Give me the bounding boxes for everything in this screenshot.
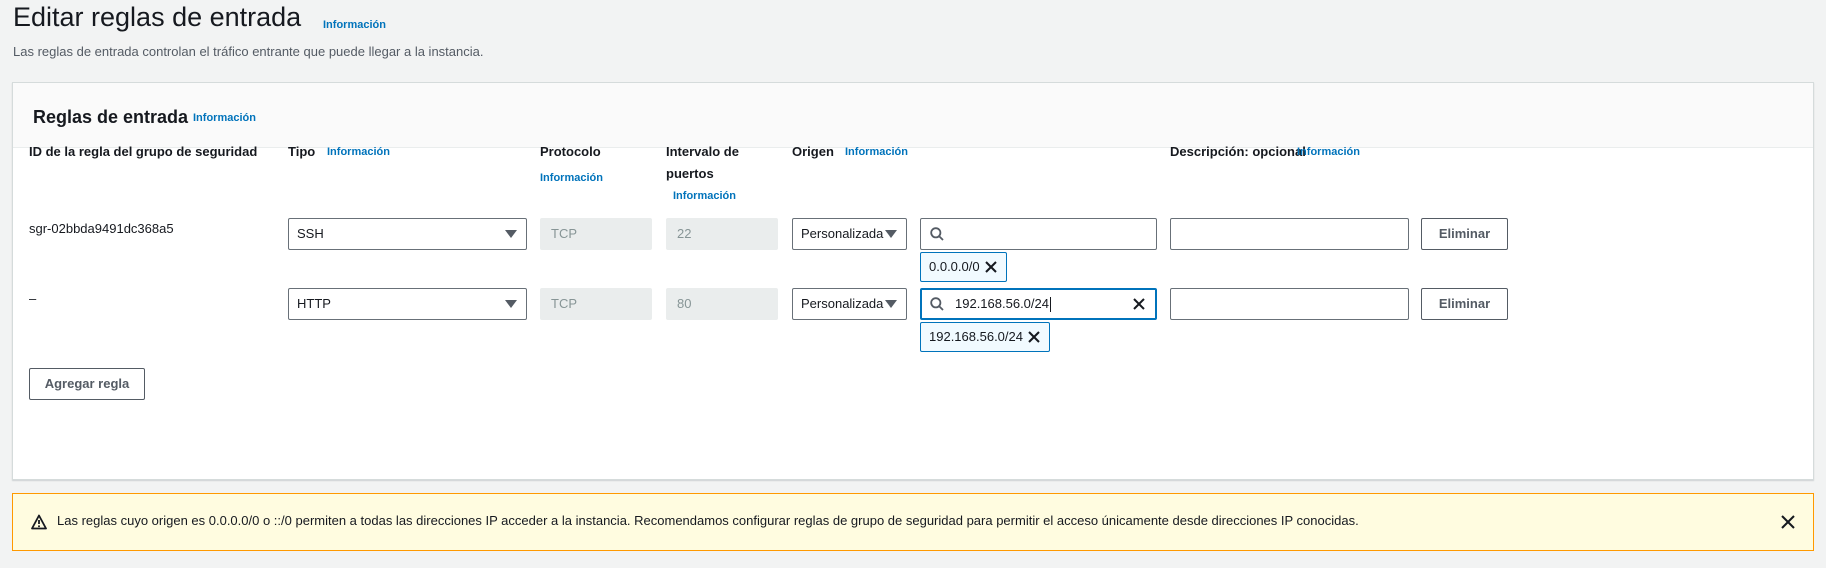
caret-down-icon [505,230,517,238]
port-range-field: 22 [666,218,778,250]
column-header-type: Tipo [288,144,316,159]
source-type-value: Personalizada [801,296,884,311]
caret-down-icon [885,300,897,308]
caret-down-icon [505,300,517,308]
column-header-port-range: Intervalo de [666,144,739,159]
source-search-input[interactable] [920,218,1157,250]
type-select-value: SSH [297,226,324,241]
source-token: 192.168.56.0/24 [920,322,1050,352]
remove-token-icon[interactable] [984,260,998,274]
source-token-label: 192.168.56.0/24 [929,329,1023,344]
delete-rule-button[interactable]: Eliminar [1421,288,1508,320]
type-select[interactable]: SSH [288,218,527,250]
panel-info-link[interactable]: Información [193,112,256,124]
port-range-info-link[interactable]: Información [673,190,736,202]
column-header-description: Descripción: opcional [1170,144,1306,159]
description-input[interactable] [1170,218,1409,250]
rule-id: sgr-02bbda9491dc368a5 [29,221,174,236]
inbound-rules-panel: Reglas de entrada Información ID de la r… [12,82,1814,480]
description-info-link[interactable]: Información [1297,146,1360,158]
panel-header: Reglas de entrada Información [13,83,1813,148]
clear-icon[interactable] [1132,297,1146,311]
type-select[interactable]: HTTP [288,288,527,320]
warning-text: Las reglas cuyo origen es 0.0.0.0/0 o ::… [57,513,1359,528]
source-search-value: 192.168.56.0/24 [955,296,1049,311]
column-header-rule-id: ID de la regla del grupo de seguridad [29,144,258,159]
type-info-link[interactable]: Información [327,146,390,158]
source-search-input[interactable]: 192.168.56.0/24 [920,288,1157,320]
search-icon [930,297,944,311]
source-type-select[interactable]: Personalizada [792,288,907,320]
page-title: Editar reglas de entrada [13,2,302,32]
delete-rule-button[interactable]: Eliminar [1421,218,1508,250]
panel-title: Reglas de entrada [33,107,189,127]
protocol-field: TCP [540,288,652,320]
source-type-select[interactable]: Personalizada [792,218,907,250]
source-info-link[interactable]: Información [845,146,908,158]
rule-id: – [29,291,37,306]
protocol-field: TCP [540,218,652,250]
column-header-protocol: Protocolo [540,144,601,159]
source-type-value: Personalizada [801,226,884,241]
add-rule-button[interactable]: Agregar regla [29,368,145,400]
column-header-port-range-2: puertos [666,166,714,181]
source-token: 0.0.0.0/0 [920,252,1007,282]
description-input[interactable] [1170,288,1409,320]
column-header-source: Origen [792,144,834,159]
page-info-link[interactable]: Información [323,19,386,31]
search-icon [930,227,944,241]
caret-down-icon [885,230,897,238]
text-cursor [1049,297,1051,313]
page-description: Las reglas de entrada controlan el tráfi… [13,44,484,59]
source-token-label: 0.0.0.0/0 [929,259,980,274]
close-icon[interactable] [1781,515,1795,529]
protocol-info-link[interactable]: Información [540,172,603,184]
warning-icon [31,514,47,530]
remove-token-icon[interactable] [1027,330,1041,344]
type-select-value: HTTP [297,296,331,311]
warning-alert: Las reglas cuyo origen es 0.0.0.0/0 o ::… [12,493,1814,551]
port-range-field: 80 [666,288,778,320]
